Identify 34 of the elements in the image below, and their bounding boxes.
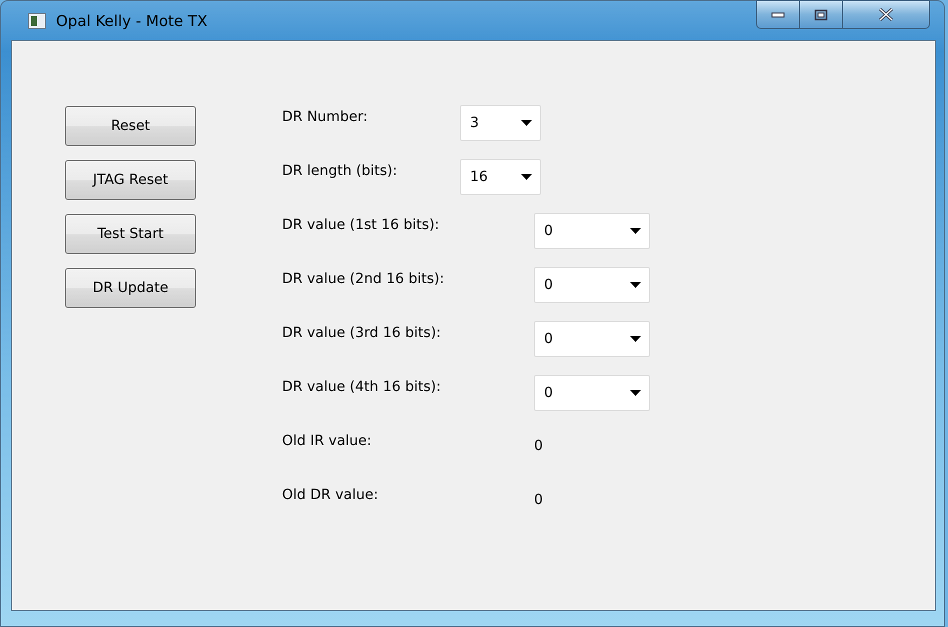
- field-label: DR value (1st 16 bits):: [282, 217, 440, 233]
- maximize-button[interactable]: [800, 0, 843, 29]
- field-label: DR value (3rd 16 bits):: [282, 325, 442, 341]
- push-button[interactable]: Test Start: [65, 214, 196, 254]
- minimize-button[interactable]: [756, 0, 800, 29]
- field-label: DR length (bits):: [282, 163, 398, 179]
- caret-icon: [521, 120, 532, 126]
- caret-icon: [630, 390, 641, 396]
- dropdown[interactable]: 0: [534, 213, 650, 249]
- field-label: Old IR value:: [282, 433, 373, 449]
- value-text: 0: [534, 492, 543, 508]
- caret-icon: [630, 228, 641, 234]
- caret-icon: [630, 282, 641, 288]
- dropdown[interactable]: 3: [460, 105, 541, 141]
- field-label: Old DR value:: [282, 487, 380, 503]
- dropdown[interactable]: 0: [534, 375, 650, 411]
- push-button[interactable]: Reset: [65, 106, 196, 146]
- dropdown[interactable]: 16: [460, 159, 541, 195]
- close-icon: [878, 8, 894, 21]
- field-label: DR value (4th 16 bits):: [282, 379, 442, 395]
- value-text: 0: [534, 438, 543, 454]
- minimize-icon: [771, 12, 785, 18]
- push-button[interactable]: JTAG Reset: [65, 160, 196, 200]
- field-label: DR Number:: [282, 109, 369, 125]
- field-label: DR value (2nd 16 bits):: [282, 271, 446, 287]
- window-icon: [28, 12, 46, 28]
- close-button[interactable]: [843, 0, 930, 29]
- caret-icon: [521, 174, 532, 180]
- push-button[interactable]: DR Update: [65, 268, 196, 308]
- maximize-icon: [814, 8, 828, 20]
- dropdown[interactable]: 0: [534, 267, 650, 303]
- caret-icon: [630, 336, 641, 342]
- window-title: Opal Kelly - Mote TX: [56, 12, 208, 30]
- dropdown[interactable]: 0: [534, 321, 650, 357]
